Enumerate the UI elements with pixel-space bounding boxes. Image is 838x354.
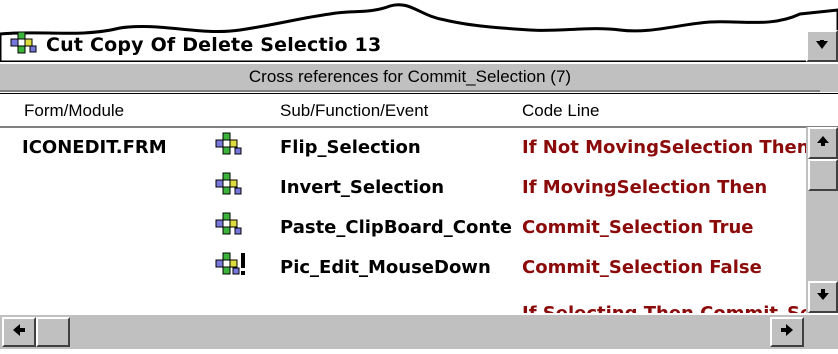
list-item[interactable]: Pic_Edit_MouseDown Commit_Selection Fals… <box>0 247 806 287</box>
scrollbar-corner <box>806 315 838 349</box>
form-module-cell: ICONEDIT.FRM <box>22 137 167 158</box>
cross-reference-list: ICONEDIT.FRM Flip_Selection If Not Movin… <box>0 127 806 313</box>
list-item[interactable]: If Selecting Then Commit_Selection <box>0 293 806 313</box>
scroll-down-button-top[interactable] <box>806 30 838 62</box>
column-headers: Form/Module Sub/Function/Event Code Line <box>0 93 838 128</box>
arrow-right-icon <box>780 323 794 342</box>
code-line-cell: If Selecting Then Commit_Selection <box>522 303 806 313</box>
procedure-icon <box>213 171 243 202</box>
code-line-cell: Commit_Selection False <box>522 257 762 278</box>
procedure-icon <box>213 131 243 162</box>
sub-function-cell: Invert_Selection <box>280 177 445 198</box>
arrow-up-icon <box>816 134 830 152</box>
sub-function-cell: Flip_Selection <box>280 137 421 158</box>
code-line-cell: Commit_Selection True <box>522 217 754 238</box>
code-line-cell: If MovingSelection Then <box>522 177 768 198</box>
sub-function-cell: Paste_ClipBoard_Contents <box>280 217 512 238</box>
procedure-icon <box>213 211 243 242</box>
scroll-left-button[interactable] <box>2 317 36 347</box>
titlebar-right-corner <box>820 62 838 92</box>
list-item[interactable]: ICONEDIT.FRM Flip_Selection If Not Movin… <box>0 127 806 167</box>
header-sub-function-event[interactable]: Sub/Function/Event <box>280 101 428 121</box>
procedure-warning-icon <box>213 251 247 282</box>
vertical-scrollbar[interactable] <box>806 127 838 313</box>
scroll-thumb-vertical[interactable] <box>808 159 838 191</box>
header-code-line[interactable]: Code Line <box>522 101 600 121</box>
scroll-down-button[interactable] <box>808 281 838 313</box>
horizontal-scrollbar[interactable] <box>0 315 806 349</box>
scroll-up-button[interactable] <box>808 127 838 159</box>
scroll-right-button[interactable] <box>770 317 804 347</box>
list-item[interactable]: Paste_ClipBoard_Contents Commit_Selectio… <box>0 207 806 247</box>
arrow-down-icon <box>816 288 830 306</box>
procedure-icon <box>8 31 38 60</box>
sub-function-cell: Pic_Edit_MouseDown <box>280 257 491 278</box>
scroll-thumb-horizontal[interactable] <box>36 317 70 347</box>
arrow-left-icon <box>12 323 26 342</box>
list-item[interactable]: Invert_Selection If MovingSelection Then <box>0 167 806 207</box>
header-form-module[interactable]: Form/Module <box>24 101 124 121</box>
window-title: Cross references for Commit_Selection (7… <box>248 67 572 86</box>
previous-row-text: Cut Copy Of Delete Selectio 13 <box>46 34 382 56</box>
arrow-down-icon <box>815 37 829 55</box>
code-line-cell: If Not MovingSelection Then <box>522 137 806 158</box>
previous-result-row: Cut Copy Of Delete Selectio 13 <box>8 31 382 60</box>
window-titlebar[interactable]: Cross references for Commit_Selection (7… <box>0 62 820 92</box>
